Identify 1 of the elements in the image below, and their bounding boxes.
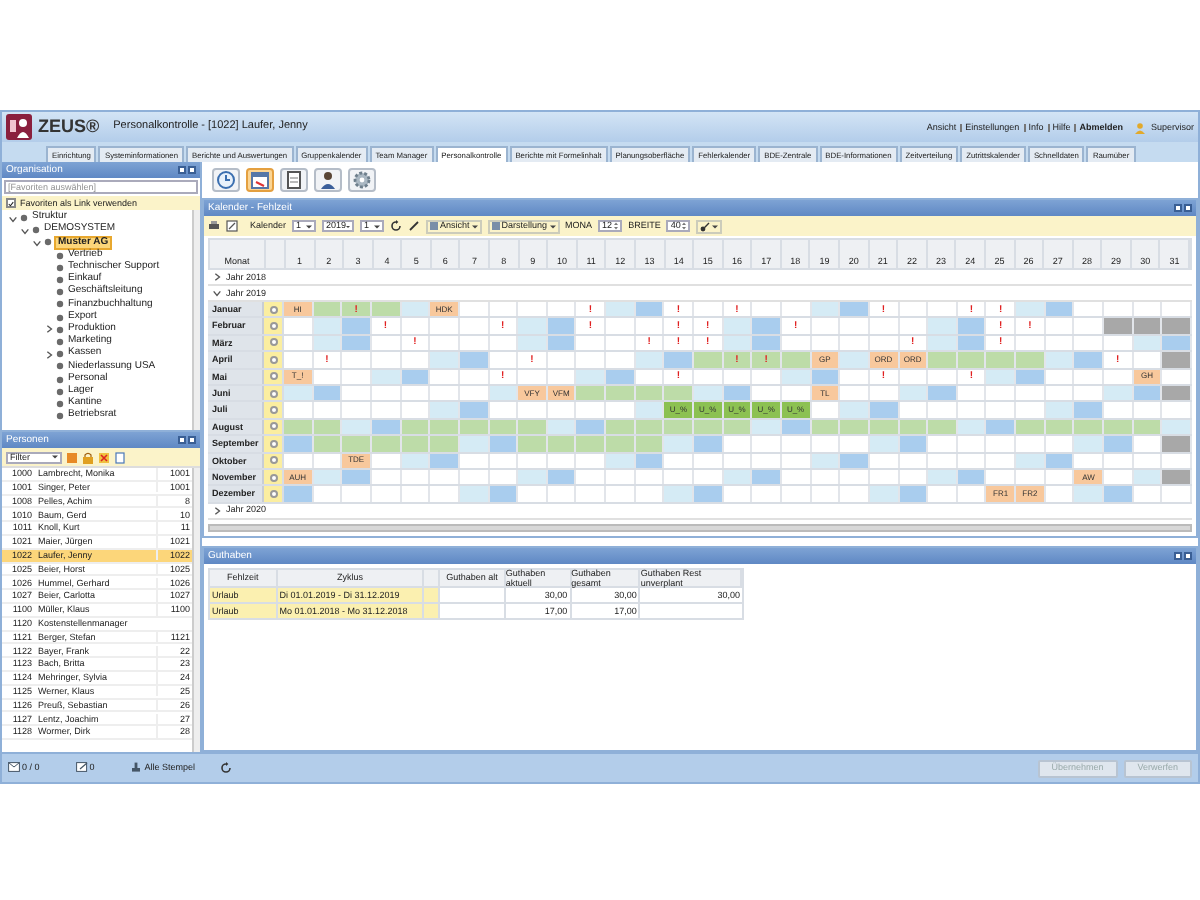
- logo: ZEUS®: [38, 116, 100, 138]
